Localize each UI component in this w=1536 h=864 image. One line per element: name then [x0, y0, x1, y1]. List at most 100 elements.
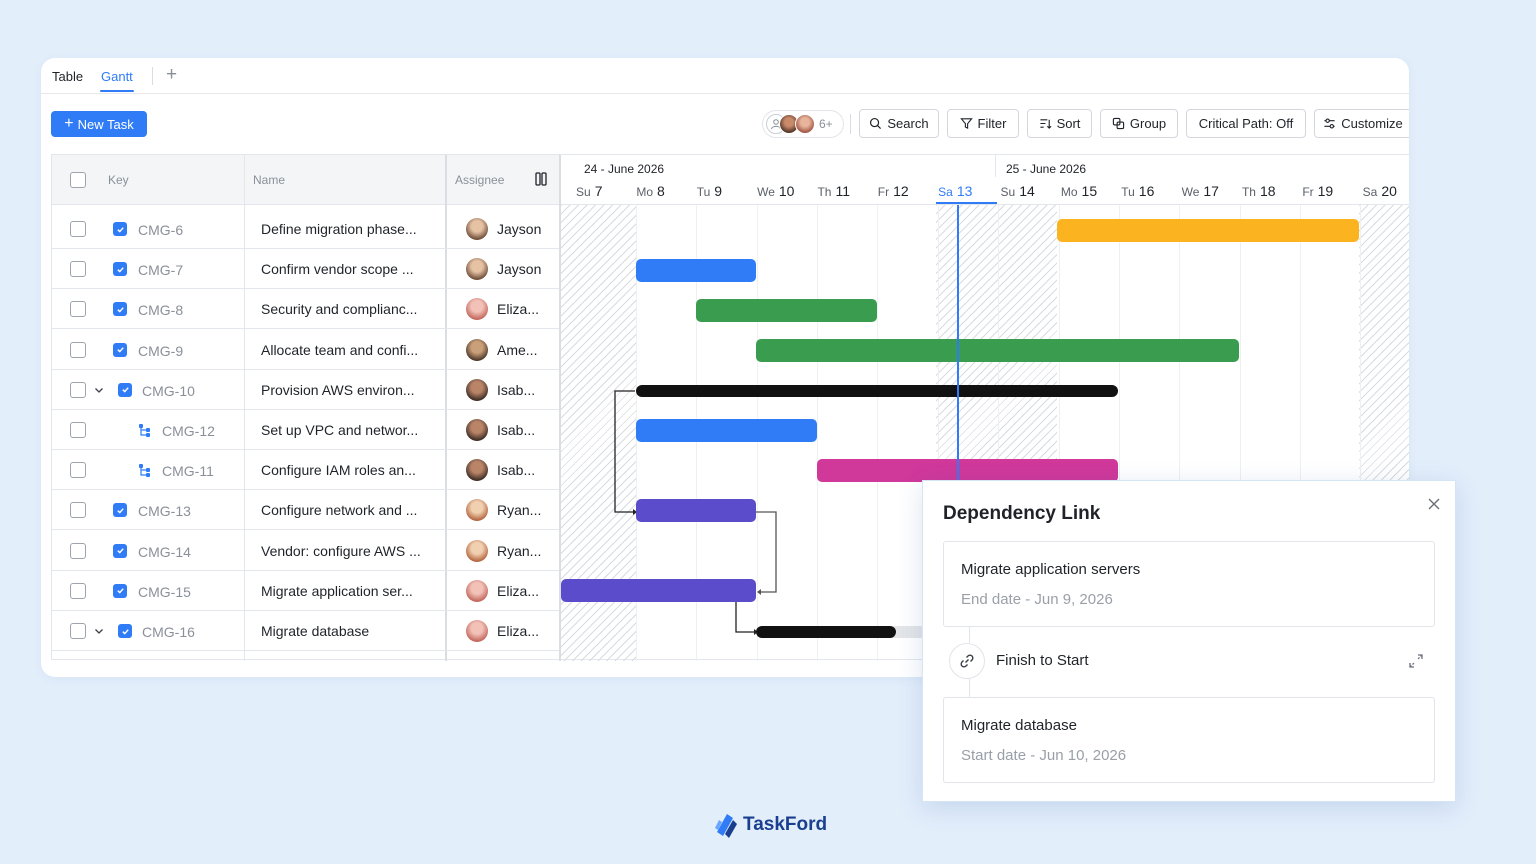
- today-underline: [936, 202, 997, 204]
- task-key[interactable]: CMG-12: [162, 423, 215, 439]
- assignee-name: Jayson: [497, 221, 542, 237]
- day-number: 16: [1138, 183, 1155, 199]
- week-label: 24 - June 2026: [584, 162, 665, 176]
- close-icon[interactable]: [1425, 495, 1443, 513]
- filter-icon: [959, 118, 973, 130]
- task-bar[interactable]: [561, 579, 756, 602]
- task-name[interactable]: Provision AWS environ...: [261, 382, 415, 398]
- filter-label: Filter: [977, 116, 1007, 131]
- chevron-down-icon[interactable]: [93, 384, 105, 396]
- row-checkbox[interactable]: [70, 221, 86, 237]
- task-key[interactable]: CMG-8: [138, 302, 183, 318]
- avatar: [466, 338, 488, 361]
- row-checkbox[interactable]: [70, 623, 86, 639]
- row-checkbox[interactable]: [70, 502, 86, 519]
- table-row[interactable]: CMG-12 Set up VPC and networ... Isab...: [52, 410, 559, 450]
- task-bar[interactable]: [756, 339, 1239, 362]
- avatar: [466, 419, 488, 441]
- search-button[interactable]: Search: [859, 109, 939, 138]
- task-key[interactable]: CMG-7: [138, 262, 183, 278]
- subtask-icon: [139, 464, 150, 478]
- day-name: Fr: [1302, 185, 1314, 199]
- critical-path-label: Critical Path: Off: [1198, 116, 1294, 131]
- task-bar[interactable]: [636, 419, 817, 442]
- task-key[interactable]: CMG-14: [138, 544, 191, 560]
- table-row[interactable]: CMG-9 Allocate team and confi... Ame...: [52, 330, 559, 370]
- day-label: Mo 15: [1061, 183, 1097, 199]
- task-bar[interactable]: [817, 459, 1118, 482]
- task-key[interactable]: CMG-13: [138, 503, 191, 519]
- member-avatars[interactable]: 6+: [762, 110, 844, 138]
- avatar: [466, 620, 488, 642]
- sort-button[interactable]: Sort: [1027, 109, 1092, 138]
- add-view-button[interactable]: +: [166, 64, 177, 86]
- day-number: 15: [1081, 183, 1098, 199]
- task-name[interactable]: Confirm vendor scope ...: [261, 261, 414, 277]
- task-key[interactable]: CMG-16: [142, 624, 195, 640]
- task-key[interactable]: CMG-10: [142, 383, 195, 399]
- task-name[interactable]: Define migration phase...: [261, 221, 417, 237]
- table-row[interactable]: CMG-6 Define migration phase... Jayson: [52, 209, 559, 249]
- row-checkbox[interactable]: [70, 462, 86, 479]
- row-checkbox[interactable]: [70, 542, 86, 559]
- link-type-label: Finish to Start: [996, 652, 1089, 669]
- task-type-icon: [113, 583, 127, 598]
- predecessor-card[interactable]: Migrate application servers End date - J…: [943, 541, 1435, 627]
- chevron-down-icon[interactable]: [93, 625, 105, 637]
- row-checkbox[interactable]: [70, 582, 86, 599]
- task-name[interactable]: Configure IAM roles an...: [261, 462, 416, 478]
- table-row[interactable]: CMG-13 Configure network and ... Ryan...: [52, 490, 559, 531]
- day-name: Su: [576, 185, 591, 199]
- day-label: Fr 12: [878, 183, 909, 199]
- table-row[interactable]: CMG-10 Provision AWS environ... Isab...: [52, 370, 559, 410]
- assignee-name: Ryan...: [497, 502, 542, 519]
- avatar: [466, 499, 488, 522]
- task-name[interactable]: Security and complianc...: [261, 301, 417, 317]
- task-name[interactable]: Migrate database: [261, 623, 369, 639]
- task-key[interactable]: CMG-6: [138, 222, 183, 238]
- task-key[interactable]: CMG-11: [162, 463, 214, 479]
- row-checkbox[interactable]: [70, 381, 86, 398]
- row-checkbox[interactable]: [70, 422, 86, 438]
- day-name: Th: [1241, 185, 1256, 199]
- tab-table[interactable]: Table: [52, 69, 83, 84]
- task-bar[interactable]: [636, 259, 756, 282]
- task-key[interactable]: CMG-9: [138, 343, 183, 359]
- task-bar[interactable]: [1057, 219, 1359, 242]
- table-row[interactable]: CMG-11 Configure IAM roles an... Isab...: [52, 450, 559, 491]
- table-row[interactable]: CMG-16 Migrate database Eliza...: [52, 611, 559, 651]
- task-name[interactable]: Set up VPC and networ...: [261, 422, 418, 438]
- task-key[interactable]: CMG-15: [138, 584, 191, 600]
- customize-button[interactable]: Customize: [1314, 109, 1409, 138]
- row-checkbox[interactable]: [70, 261, 86, 278]
- summary-bar[interactable]: [636, 385, 1118, 397]
- task-name[interactable]: Migrate application ser...: [261, 583, 413, 599]
- new-task-label: New Task: [77, 116, 134, 132]
- task-type-icon: [113, 543, 127, 558]
- table-row[interactable]: CMG-15 Migrate application ser... Eliza...: [52, 571, 559, 611]
- tab-gantt[interactable]: Gantt: [100, 69, 134, 92]
- select-all-checkbox[interactable]: [70, 172, 86, 188]
- filter-button[interactable]: Filter: [947, 109, 1019, 138]
- task-name[interactable]: Configure network and ...: [261, 502, 417, 518]
- table-row[interactable]: CMG-8 Security and complianc... Eliza...: [52, 289, 559, 330]
- task-name[interactable]: Allocate team and confi...: [261, 342, 418, 358]
- row-checkbox[interactable]: [70, 301, 86, 318]
- critical-path-button[interactable]: Critical Path: Off: [1186, 109, 1306, 138]
- group-label: Group: [1129, 116, 1167, 131]
- task-type-icon: [118, 382, 132, 397]
- summary-bar[interactable]: [756, 626, 896, 638]
- task-name[interactable]: Vendor: configure AWS ...: [261, 543, 421, 559]
- column-toggle-icon[interactable]: [535, 172, 547, 186]
- assignee-name: Jayson: [497, 261, 542, 278]
- swap-icon[interactable]: [1407, 652, 1425, 670]
- task-bar[interactable]: [696, 299, 877, 322]
- new-task-button[interactable]: + New Task: [51, 111, 147, 137]
- task-bar[interactable]: [636, 499, 756, 522]
- group-button[interactable]: Group: [1100, 109, 1178, 138]
- link-type-row[interactable]: Finish to Start: [949, 643, 1435, 679]
- successor-card[interactable]: Migrate database Start date - Jun 10, 20…: [943, 697, 1435, 783]
- row-checkbox[interactable]: [70, 341, 86, 358]
- table-row[interactable]: CMG-7 Confirm vendor scope ... Jayson: [52, 249, 559, 290]
- table-row[interactable]: CMG-14 Vendor: configure AWS ... Ryan...: [52, 531, 559, 571]
